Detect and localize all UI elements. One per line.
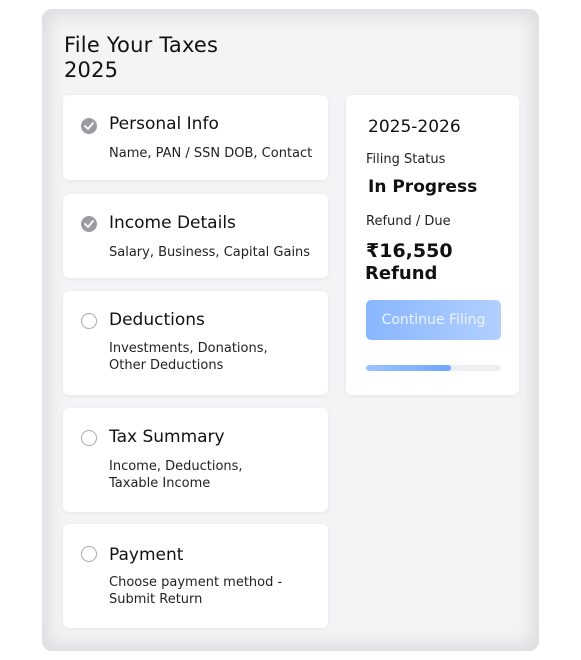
page-title: File Your Taxes 2025	[64, 33, 219, 82]
check-circle-icon	[81, 118, 97, 134]
step-payment[interactable]: Payment Choose payment method - Submit R…	[63, 524, 328, 628]
step-title: Tax Summary	[109, 427, 225, 447]
step-description: Choose payment method - Submit Return	[109, 575, 283, 607]
filing-summary-card: 2025-2026 Filing Status In Progress Refu…	[346, 95, 519, 395]
step-description: Salary, Business, Capital Gains	[109, 245, 311, 260]
step-description: Name, PAN / SSN DOB, Contact	[109, 146, 313, 161]
refund-amount: ₹16,550	[366, 240, 453, 262]
filing-status-value: In Progress	[368, 177, 478, 197]
step-personal-info[interactable]: Personal Info Name, PAN / SSN DOB, Conta…	[63, 95, 328, 180]
tax-filing-panel: File Your Taxes 2025 Personal Info Name,…	[42, 9, 539, 651]
filing-progress-fill	[366, 365, 452, 371]
empty-circle-icon	[81, 313, 97, 329]
step-title: Income Details	[109, 213, 236, 233]
step-deductions[interactable]: Deductions Investments, Donations, Other…	[63, 291, 328, 395]
check-circle-icon	[81, 216, 97, 232]
filing-status-label: Filing Status	[366, 152, 446, 167]
step-income-details[interactable]: Income Details Salary, Business, Capital…	[63, 194, 328, 278]
tax-year: 2025-2026	[368, 117, 461, 137]
empty-circle-icon	[81, 430, 97, 446]
step-description: Investments, Donations, Other Deductions	[109, 341, 268, 373]
step-title: Deductions	[109, 310, 205, 330]
continue-filing-button[interactable]: Continue Filing	[366, 300, 501, 340]
filing-progress-bar	[366, 365, 501, 371]
step-title: Personal Info	[109, 114, 219, 134]
refund-type: Refund	[365, 263, 438, 284]
step-tax-summary[interactable]: Tax Summary Income, Deductions, Taxable …	[63, 408, 328, 512]
step-description: Income, Deductions, Taxable Income	[109, 459, 243, 491]
step-title: Payment	[109, 545, 184, 565]
empty-circle-icon	[81, 546, 97, 562]
refund-due-label: Refund / Due	[366, 214, 451, 229]
